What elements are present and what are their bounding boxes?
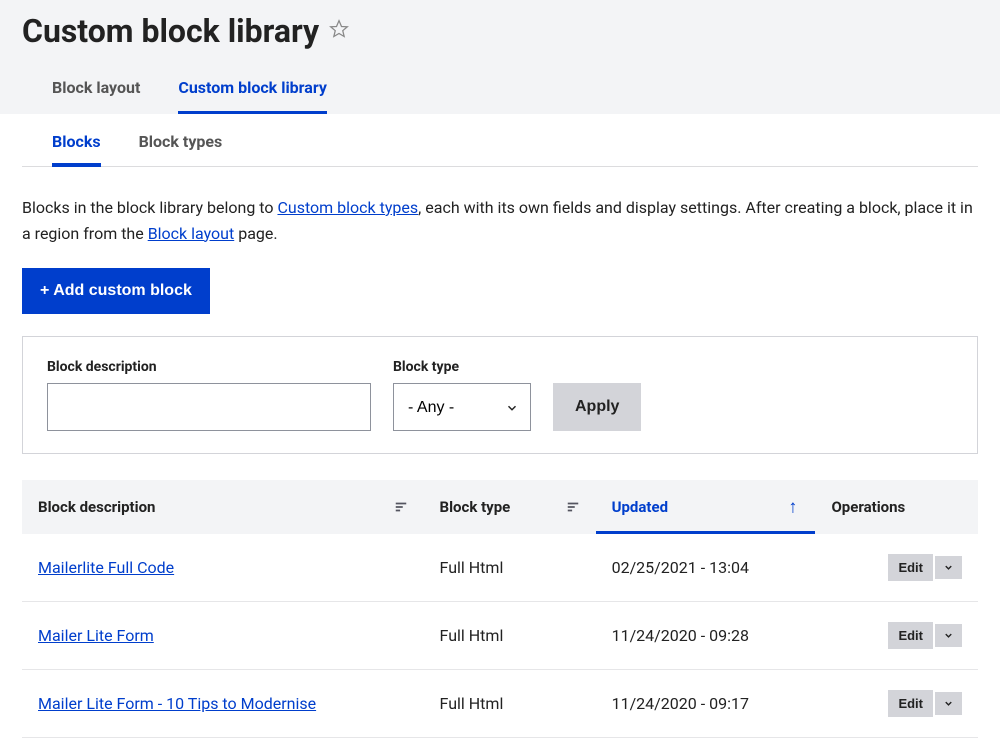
tab-block-layout[interactable]: Block layout — [52, 68, 140, 114]
chevron-down-icon — [943, 630, 954, 641]
chevron-down-icon — [943, 562, 954, 573]
tab-custom-block-library[interactable]: Custom block library — [178, 68, 327, 114]
block-link[interactable]: Mailer Lite Form - 10 Tips to Modernise — [38, 694, 316, 713]
secondary-tabs: Blocks Block types — [22, 114, 978, 167]
column-header-description[interactable]: Block description — [22, 480, 424, 534]
block-type-cell: Full Html — [424, 602, 596, 670]
favorite-star-icon[interactable] — [329, 19, 349, 43]
block-updated-cell: 11/24/2020 - 09:17 — [596, 670, 816, 738]
column-header-updated[interactable]: Updated ↑ — [596, 480, 816, 534]
block-type-filter-select[interactable]: - Any - — [393, 383, 531, 431]
table-row: Mailer Lite Form - 10 Tips to Modernise … — [22, 670, 978, 738]
block-type-cell: Full Html — [424, 670, 596, 738]
block-link[interactable]: Mailer Lite Form — [38, 626, 154, 645]
column-header-operations: Operations — [815, 480, 978, 534]
table-row: Mailerlite Full Code Full Html 02/25/202… — [22, 534, 978, 602]
column-header-type[interactable]: Block type — [424, 480, 596, 534]
chevron-down-icon — [943, 698, 954, 709]
block-type-cell: Full Html — [424, 534, 596, 602]
edit-button[interactable]: Edit — [888, 622, 933, 649]
filter-panel: Block description Block type - Any - App… — [22, 336, 978, 454]
primary-tabs: Block layout Custom block library — [22, 68, 978, 114]
page-description: Blocks in the block library belong to Cu… — [22, 195, 978, 246]
blocks-table: Block description Block type Updated ↑ — [22, 480, 978, 738]
tab-blocks[interactable]: Blocks — [52, 114, 101, 167]
edit-button[interactable]: Edit — [888, 690, 933, 717]
block-description-filter-label: Block description — [47, 359, 371, 375]
page-title: Custom block library — [22, 12, 319, 50]
operations-dropdown-button[interactable] — [935, 692, 962, 715]
sort-ascending-icon: ↑ — [788, 497, 797, 518]
tab-block-types[interactable]: Block types — [139, 114, 223, 167]
apply-filter-button[interactable]: Apply — [553, 383, 641, 431]
block-description-filter-input[interactable] — [47, 383, 371, 431]
operations-dropdown-button[interactable] — [935, 624, 962, 647]
add-custom-block-button[interactable]: + Add custom block — [22, 268, 210, 314]
link-block-layout[interactable]: Block layout — [148, 224, 235, 243]
edit-button[interactable]: Edit — [888, 554, 933, 581]
block-updated-cell: 11/24/2020 - 09:28 — [596, 602, 816, 670]
block-link[interactable]: Mailerlite Full Code — [38, 558, 174, 577]
link-custom-block-types[interactable]: Custom block types — [277, 198, 418, 217]
operations-dropdown-button[interactable] — [935, 556, 962, 579]
block-type-filter-label: Block type — [393, 359, 531, 375]
table-row: Mailer Lite Form Full Html 11/24/2020 - … — [22, 602, 978, 670]
block-updated-cell: 02/25/2021 - 13:04 — [596, 534, 816, 602]
